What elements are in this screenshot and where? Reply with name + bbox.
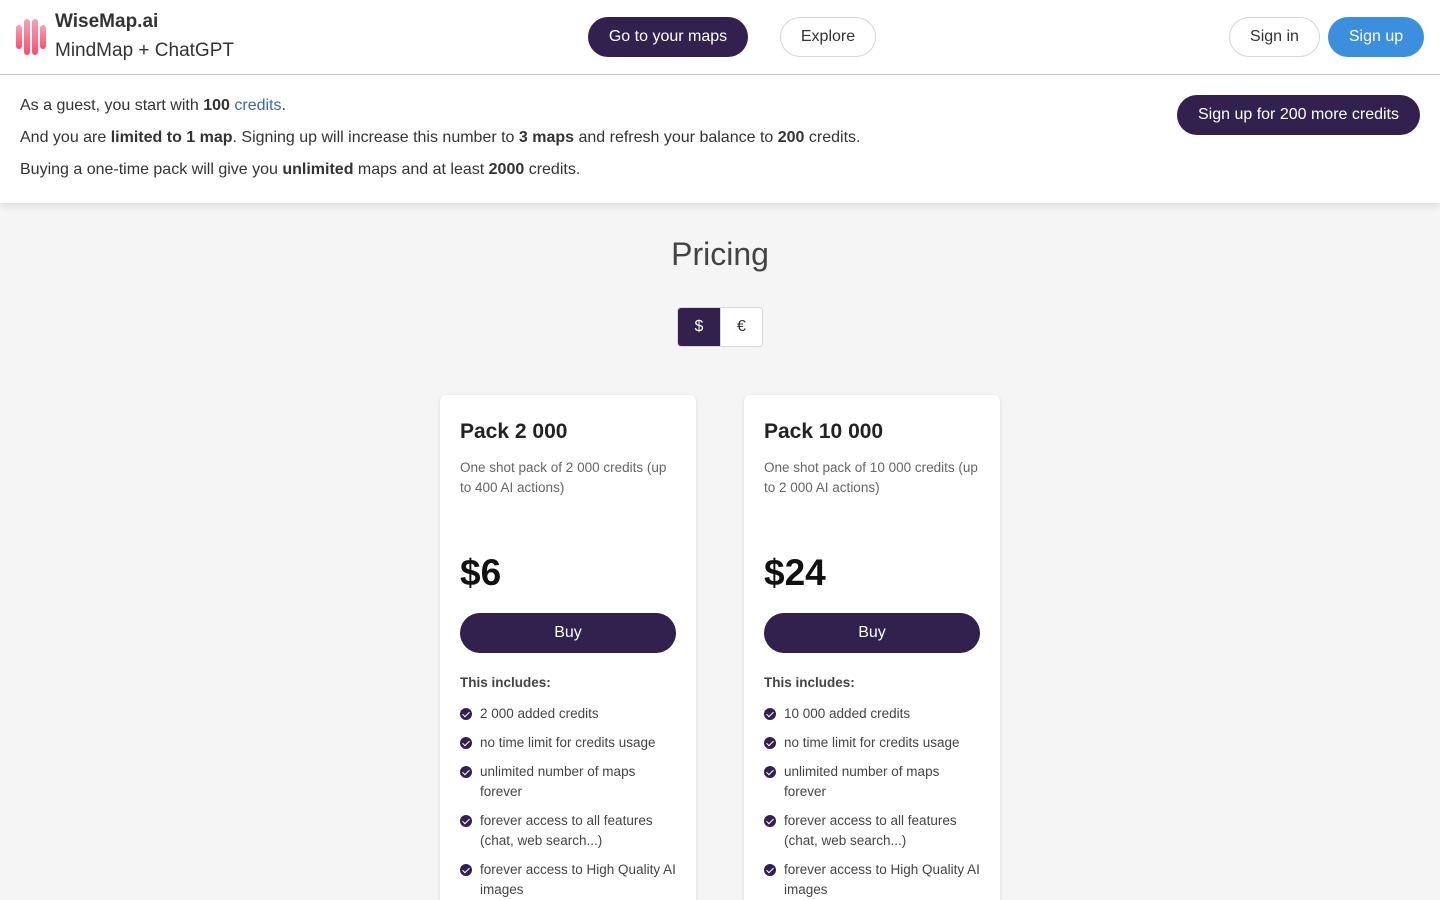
check-circle-icon xyxy=(764,708,776,720)
explore-button[interactable]: Explore xyxy=(780,17,876,57)
go-to-maps-button[interactable]: Go to your maps xyxy=(588,17,748,57)
feature-item: forever access to all features (chat, we… xyxy=(460,811,676,851)
plan-name: Pack 10 000 xyxy=(764,420,884,443)
brand-tagline: MindMap + ChatGPT xyxy=(55,40,234,61)
currency-toggle: $ € xyxy=(677,307,763,347)
includes-label: This includes: xyxy=(764,675,855,690)
buy-button[interactable]: Buy xyxy=(460,613,676,653)
plan-price: $24 xyxy=(764,552,826,593)
feature-item: no time limit for credits usage xyxy=(764,733,980,753)
notice-line-credits: As a guest, you start with 100 credits. xyxy=(20,97,286,114)
wisemap-logo-icon[interactable] xyxy=(15,17,47,57)
feature-item: 10 000 added credits xyxy=(764,704,980,724)
plan-description: One shot pack of 10 000 credits (up to 2… xyxy=(764,460,978,495)
check-circle-icon xyxy=(460,737,472,749)
feature-item: 2 000 added credits xyxy=(460,704,676,724)
check-circle-icon xyxy=(460,708,472,720)
feature-item: forever access to High Quality AI images xyxy=(460,860,676,900)
credits-link[interactable]: credits xyxy=(234,97,281,114)
guest-notice: As a guest, you start with 100 credits. … xyxy=(0,75,1440,203)
sign-up-button[interactable]: Sign up xyxy=(1328,17,1424,57)
plan-name: Pack 2 000 xyxy=(460,420,568,443)
plan-card-pack-2000: Pack 2 000 One shot pack of 2 000 credit… xyxy=(440,395,696,900)
feature-item: forever access to all features (chat, we… xyxy=(764,811,980,851)
sign-in-button[interactable]: Sign in xyxy=(1229,17,1320,57)
buy-button[interactable]: Buy xyxy=(764,613,980,653)
check-circle-icon xyxy=(460,766,472,778)
includes-label: This includes: xyxy=(460,675,551,690)
feature-list: 10 000 added credits no time limit for c… xyxy=(764,704,980,900)
plan-description: One shot pack of 2 000 credits (up to 40… xyxy=(460,460,667,495)
currency-usd-button[interactable]: $ xyxy=(678,308,720,346)
plan-price: $6 xyxy=(460,552,502,593)
check-circle-icon xyxy=(460,864,472,876)
feature-item: forever access to High Quality AI images xyxy=(764,860,980,900)
check-circle-icon xyxy=(764,737,776,749)
pricing-title: Pricing xyxy=(671,236,769,272)
feature-item: unlimited number of maps forever xyxy=(460,762,676,802)
feature-item: unlimited number of maps forever xyxy=(764,762,980,802)
brand-name[interactable]: WiseMap.ai xyxy=(55,11,158,33)
plan-card-pack-10000: Pack 10 000 One shot pack of 10 000 cred… xyxy=(744,395,1000,900)
feature-list: 2 000 added credits no time limit for cr… xyxy=(460,704,676,900)
sign-up-more-credits-button[interactable]: Sign up for 200 more credits xyxy=(1177,95,1420,135)
notice-line-limit: And you are limited to 1 map. Signing up… xyxy=(20,129,861,146)
check-circle-icon xyxy=(764,864,776,876)
currency-eur-button[interactable]: € xyxy=(719,308,762,346)
notice-line-pack: Buying a one-time pack will give you unl… xyxy=(20,161,581,178)
top-header: WiseMap.ai MindMap + ChatGPT Go to your … xyxy=(0,0,1440,75)
check-circle-icon xyxy=(460,815,472,827)
check-circle-icon xyxy=(764,815,776,827)
feature-item: no time limit for credits usage xyxy=(460,733,676,753)
check-circle-icon xyxy=(764,766,776,778)
